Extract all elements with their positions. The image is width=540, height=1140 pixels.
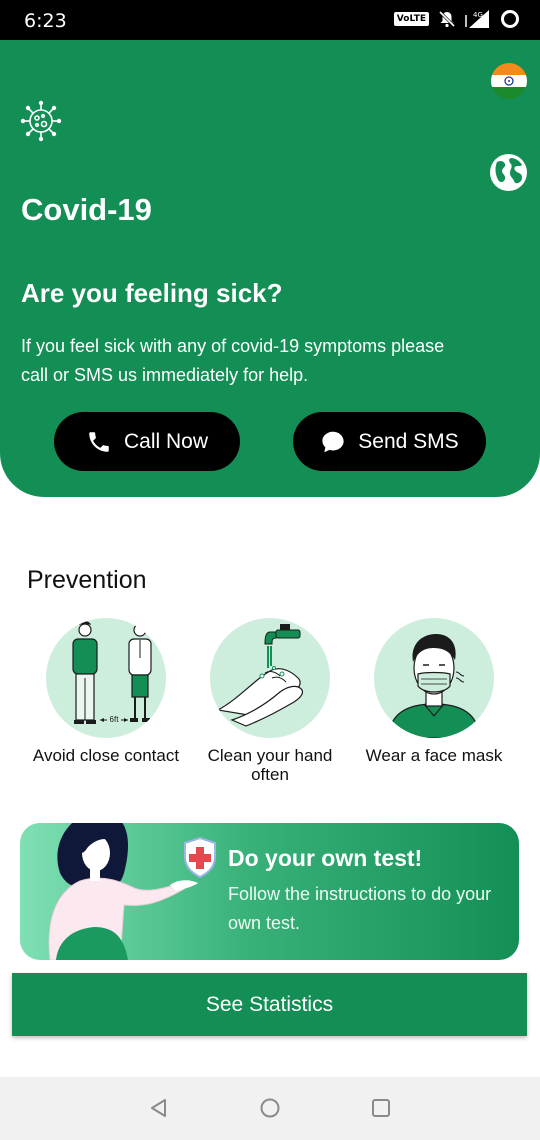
send-sms-label: Send SMS: [358, 429, 459, 453]
hand-wash-icon: [210, 618, 330, 738]
system-nav-bar: [0, 1077, 540, 1140]
status-time: 6:23: [24, 10, 67, 32]
see-statistics-button[interactable]: See Statistics: [12, 973, 527, 1036]
see-statistics-label: See Statistics: [205, 992, 334, 1016]
battery-ring-icon: [501, 10, 519, 28]
social-distance-icon: 6ft: [46, 618, 166, 738]
phone-icon: [89, 431, 109, 452]
prevention-label: Clean your hand often: [207, 746, 333, 784]
status-icons: VoLTE 4G: [393, 9, 520, 29]
call-now-button[interactable]: Call Now: [54, 412, 240, 471]
sick-description: If you feel sick with any of covid-19 sy…: [21, 336, 445, 385]
volte-icon: VoLTE: [393, 12, 429, 26]
back-icon[interactable]: [148, 1097, 170, 1119]
face-mask-icon: [374, 618, 494, 738]
call-now-label: Call Now: [123, 429, 209, 453]
home-icon[interactable]: [259, 1097, 281, 1119]
recents-icon[interactable]: [370, 1097, 392, 1119]
prevention-item-distance[interactable]: 6ft Avoid close contact: [26, 618, 186, 765]
own-test-description: Follow the instructions to do your own t…: [228, 884, 492, 933]
virus-icon: [20, 100, 62, 142]
status-bar: 6:23 VoLTE 4G: [0, 0, 540, 40]
india-flag-icon[interactable]: [491, 63, 527, 99]
signal-icon: 4G: [465, 10, 489, 28]
chat-bubble-icon: [322, 431, 344, 452]
prevention-title: Prevention: [27, 566, 147, 594]
globe-icon[interactable]: [489, 153, 528, 192]
app-title: Covid-19: [21, 192, 152, 227]
send-sms-button[interactable]: Send SMS: [293, 412, 486, 471]
mute-icon: [438, 10, 456, 28]
distance-label: 6ft: [110, 715, 120, 724]
own-test-banner[interactable]: Do your own test! Follow the instruction…: [20, 823, 519, 960]
prevention-label: Wear a face mask: [365, 746, 503, 765]
prevention-item-mask[interactable]: Wear a face mask: [354, 618, 514, 765]
prevention-item-handwash[interactable]: Clean your hand often: [190, 618, 350, 784]
sick-heading: Are you feeling sick?: [21, 278, 283, 308]
header-panel: Covid-19 Are you feeling sick? If you fe…: [0, 40, 540, 497]
own-test-title: Do your own test!: [228, 845, 423, 871]
prevention-label: Avoid close contact: [32, 746, 180, 765]
woman-illustration: [48, 823, 216, 960]
